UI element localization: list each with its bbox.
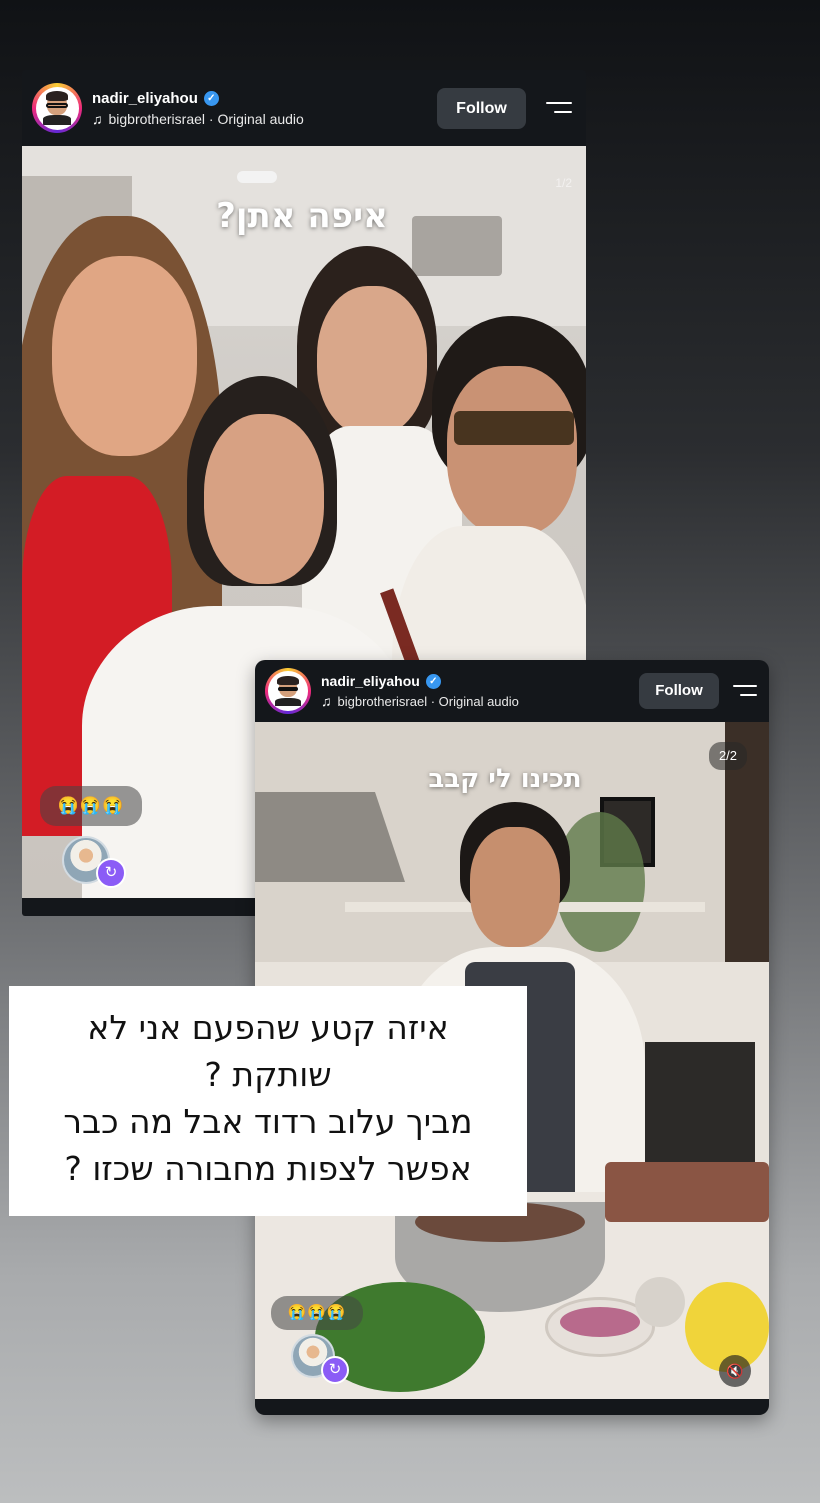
audio-label[interactable]: bigbrotherisrael · Original audio: [338, 694, 519, 709]
overlay-text: תכינו לי קבב: [428, 764, 582, 794]
audio-label[interactable]: bigbrotherisrael · Original audio: [109, 111, 304, 127]
reel-meta: nadir_eliyahou ✓ ♫ bigbrotherisrael · Or…: [321, 673, 639, 709]
caption-line: אפשר לצפות מחבורה שכזו ?: [64, 1149, 472, 1188]
profile-avatar[interactable]: [32, 83, 82, 133]
mute-icon[interactable]: 🔇: [719, 1355, 751, 1387]
reel-header: nadir_eliyahou ✓ ♫ bigbrotherisrael · Or…: [255, 660, 769, 722]
overlay-text: איפה אתן?: [216, 196, 388, 236]
menu-icon[interactable]: [546, 100, 572, 116]
verified-badge-icon: ✓: [425, 673, 441, 689]
page-indicator: 2/2: [709, 742, 747, 770]
page-indicator: 1/2: [555, 176, 572, 190]
profile-avatar[interactable]: [265, 668, 311, 714]
music-note-icon: ♫: [321, 693, 332, 709]
reel-header: nadir_eliyahou ✓ ♫ bigbrotherisrael · Or…: [22, 70, 586, 146]
follow-button[interactable]: Follow: [437, 87, 526, 129]
reaction-bubble[interactable]: 😭😭😭: [40, 786, 142, 826]
caption-line: מביך עלוב רדוד אבל מה כבר: [63, 1102, 473, 1141]
story-caption-box: איזה קטע שהפעם אני לא שותקת ? מביך עלוב …: [9, 986, 527, 1216]
follow-button[interactable]: Follow: [639, 673, 719, 709]
reel-meta: nadir_eliyahou ✓ ♫ bigbrotherisrael · Or…: [92, 90, 437, 127]
caption-line: איזה קטע שהפעם אני לא: [87, 1008, 449, 1047]
verified-badge-icon: ✓: [203, 90, 219, 106]
caption-line: שותקת ?: [204, 1055, 332, 1094]
username[interactable]: nadir_eliyahou: [92, 90, 198, 107]
menu-icon[interactable]: [733, 683, 757, 699]
music-note-icon: ♫: [92, 110, 103, 127]
remix-icon[interactable]: ↻: [321, 1356, 349, 1384]
username[interactable]: nadir_eliyahou: [321, 673, 420, 689]
remix-icon[interactable]: ↻: [96, 858, 126, 888]
reaction-bubble[interactable]: 😭😭😭: [271, 1296, 363, 1330]
